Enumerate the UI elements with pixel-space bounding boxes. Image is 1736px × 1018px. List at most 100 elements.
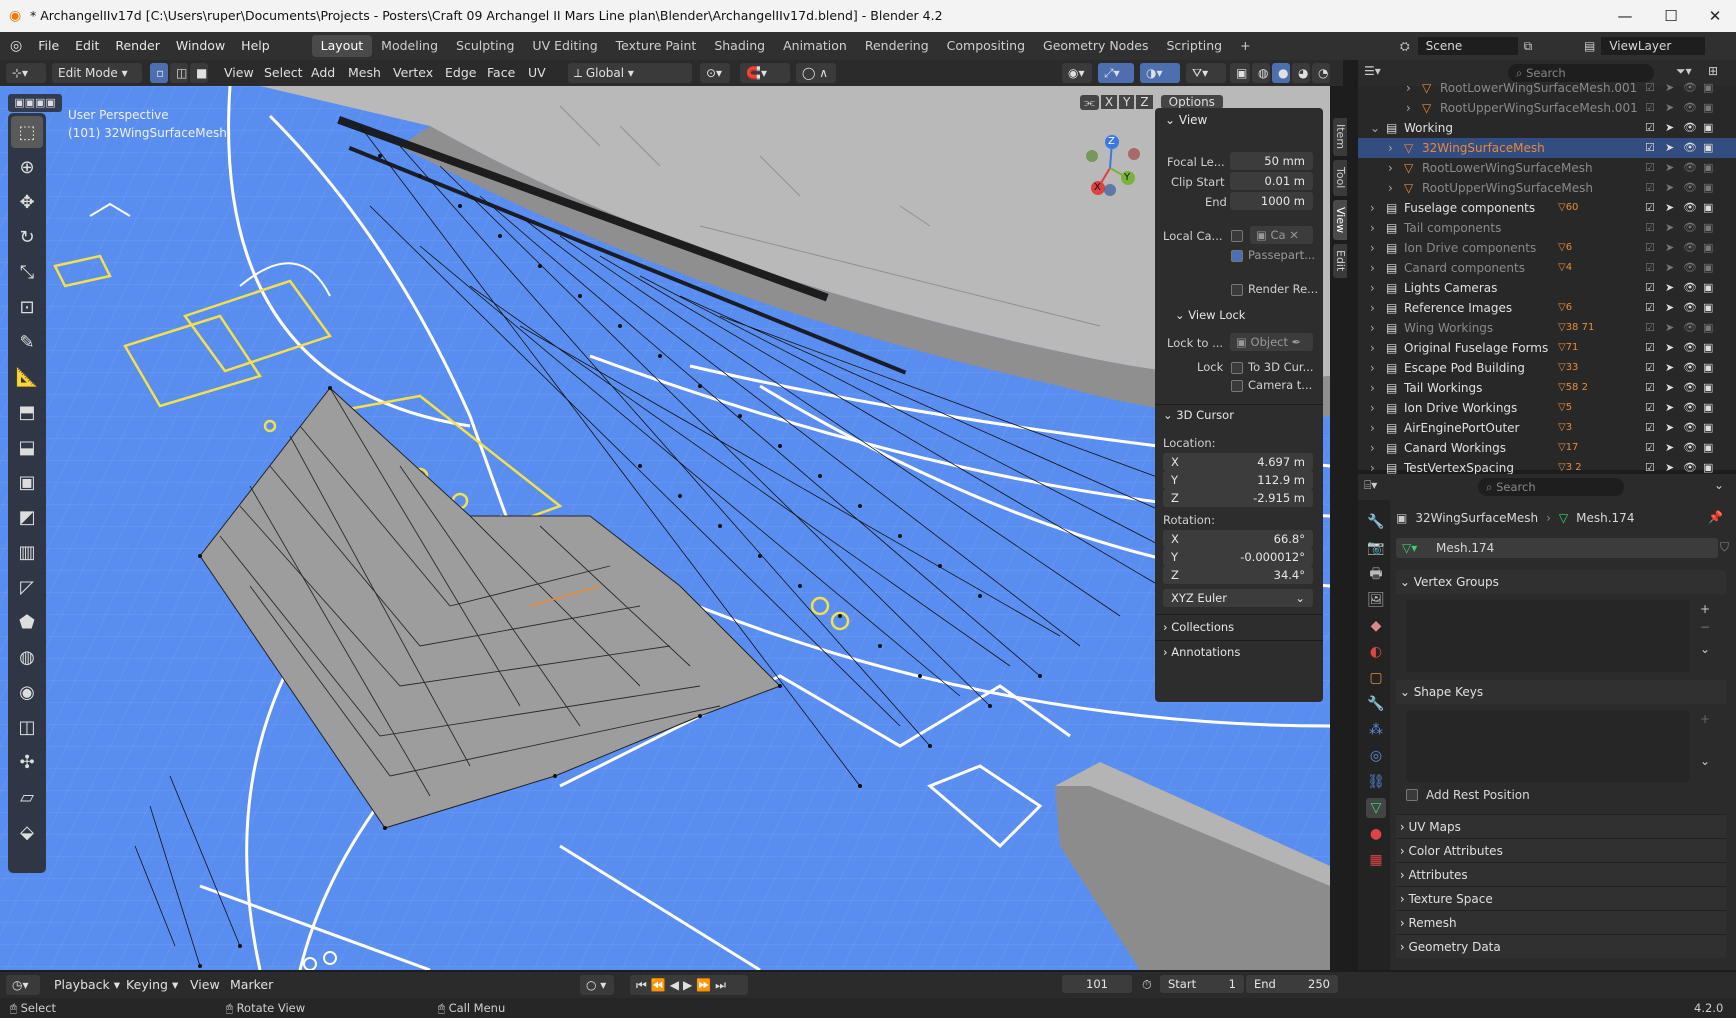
exclude-checkbox-icon[interactable]: ☑ bbox=[1645, 118, 1655, 138]
properties-options-icon[interactable]: ⌄ bbox=[1714, 478, 1724, 492]
menu-select[interactable]: Select bbox=[264, 60, 303, 86]
solid-shading-icon[interactable]: ● bbox=[1272, 63, 1290, 83]
outliner-row[interactable]: › ▤ Wing Workings ▽38 71 ☑ ➤ 👁 ▣ bbox=[1358, 318, 1736, 338]
expand-arrow-icon[interactable]: › bbox=[1388, 178, 1393, 198]
3d-viewport[interactable]: User Perspective (101) 32WingSurfaceMesh… bbox=[0, 86, 1330, 970]
menu-face[interactable]: Face bbox=[487, 60, 515, 86]
render-camera-icon[interactable]: ▣ bbox=[1703, 158, 1713, 178]
shear-tool-icon[interactable]: ▱ bbox=[11, 781, 43, 813]
constraints-tab-icon[interactable]: ⛓ bbox=[1366, 772, 1386, 792]
add-vertex-group-button[interactable]: + bbox=[1700, 602, 1710, 616]
cursor-tool-icon[interactable]: ⊕ bbox=[11, 151, 43, 183]
exclude-checkbox-icon[interactable]: ☑ bbox=[1645, 78, 1655, 98]
spin-tool-icon[interactable]: ◍ bbox=[11, 641, 43, 673]
poly-build-tool-icon[interactable]: ⬟ bbox=[11, 606, 43, 638]
render-camera-icon[interactable]: ▣ bbox=[1703, 238, 1713, 258]
outliner-row[interactable]: › ▤ Lights Cameras ☑ ➤ 👁 ▣ bbox=[1358, 278, 1736, 298]
menu-edit[interactable]: Edit bbox=[67, 32, 107, 60]
loop-cut-tool-icon[interactable]: ▥ bbox=[11, 536, 43, 568]
exclude-checkbox-icon[interactable]: ☑ bbox=[1645, 338, 1655, 358]
render-region-checkbox[interactable] bbox=[1231, 284, 1243, 296]
new-collection-icon[interactable]: ⊞ bbox=[1708, 64, 1718, 78]
material-tab-icon[interactable]: ● bbox=[1366, 824, 1386, 844]
proportional-edit-icon[interactable]: ◯ ∧ bbox=[796, 63, 836, 83]
focal-length-field[interactable]: 50 mm bbox=[1230, 152, 1313, 170]
pin-icon[interactable]: 📌 bbox=[1708, 510, 1723, 524]
visibility-eye-icon[interactable]: 👁 bbox=[1683, 318, 1697, 338]
expand-arrow-icon[interactable]: › bbox=[1370, 218, 1375, 238]
exclude-checkbox-icon[interactable]: ☑ bbox=[1645, 198, 1655, 218]
outliner-row[interactable]: › ▤ AirEnginePortOuter ▽3 ☑ ➤ 👁 ▣ bbox=[1358, 418, 1736, 438]
menu-edge[interactable]: Edge bbox=[445, 60, 476, 86]
properties-editor-icon[interactable]: ⌸▾ bbox=[1364, 478, 1377, 493]
visibility-eye-icon[interactable]: 👁 bbox=[1683, 398, 1697, 418]
expand-arrow-icon[interactable]: › bbox=[1370, 318, 1375, 338]
expand-arrow-icon[interactable]: › bbox=[1406, 98, 1411, 118]
expand-arrow-icon[interactable]: › bbox=[1370, 418, 1375, 438]
select-tool-icon[interactable]: ⬚ bbox=[11, 116, 43, 148]
bevel-tool-icon[interactable]: ◩ bbox=[11, 501, 43, 533]
visibility-eye-icon[interactable]: 👁 bbox=[1683, 338, 1697, 358]
start-frame-field[interactable]: Start 1 bbox=[1160, 975, 1244, 993]
maximize-button[interactable]: ☐ bbox=[1648, 0, 1694, 32]
render-camera-icon[interactable]: ▣ bbox=[1703, 338, 1713, 358]
tab-tool[interactable]: Tool bbox=[1333, 160, 1347, 196]
outliner-row[interactable]: › ▽ RootUpperWingSurfaceMesh.001 ☑ ➤ 👁 ▣ bbox=[1358, 98, 1736, 118]
render-camera-icon[interactable]: ▣ bbox=[1703, 218, 1713, 238]
timeline-editor-icon[interactable]: ◷▾ bbox=[6, 975, 40, 995]
outliner-row[interactable]: › ▤ Ion Drive components ▽6 ☑ ➤ 👁 ▣ bbox=[1358, 238, 1736, 258]
xray-icon[interactable]: ▣ bbox=[1230, 63, 1250, 83]
select-arrow-icon[interactable]: ➤ bbox=[1665, 118, 1674, 138]
outliner-row[interactable]: › ▤ Canard components ▽4 ☑ ➤ 👁 ▣ bbox=[1358, 258, 1736, 278]
select-arrow-icon[interactable]: ➤ bbox=[1665, 138, 1674, 158]
tab-modeling[interactable]: Modeling bbox=[372, 35, 447, 57]
cursor-loc-y-field[interactable]: Y 112.9 m bbox=[1163, 471, 1313, 489]
tool-tab-icon[interactable]: 🔧 bbox=[1366, 512, 1386, 532]
visibility-eye-icon[interactable]: 👁 bbox=[1683, 358, 1697, 378]
blender-menu-icon[interactable]: ◎ bbox=[10, 38, 22, 54]
select-arrow-icon[interactable]: ➤ bbox=[1665, 418, 1674, 438]
visibility-eye-icon[interactable]: 👁 bbox=[1683, 218, 1697, 238]
tab-uv-editing[interactable]: UV Editing bbox=[523, 35, 606, 57]
snap-icon[interactable]: 🧲▾ bbox=[740, 63, 790, 83]
clip-start-field[interactable]: 0.01 m bbox=[1230, 172, 1313, 190]
view-layer-tab-icon[interactable]: 🖼 bbox=[1366, 590, 1386, 610]
visibility-eye-icon[interactable]: 👁 bbox=[1683, 378, 1697, 398]
select-mode-vertex-icon[interactable]: ▫ bbox=[150, 63, 168, 83]
menu-uv[interactable]: UV bbox=[528, 60, 546, 86]
select-arrow-icon[interactable]: ➤ bbox=[1665, 298, 1674, 318]
property-section-header[interactable]: › Texture Space bbox=[1396, 886, 1726, 910]
tab-scripting[interactable]: Scripting bbox=[1157, 35, 1231, 57]
fake-user-icon[interactable]: ⛉ bbox=[1720, 540, 1729, 555]
mirror-z-toggle[interactable]: Z bbox=[1136, 95, 1153, 109]
outliner-row[interactable]: › ▤ Reference Images ▽6 ☑ ➤ 👁 ▣ bbox=[1358, 298, 1736, 318]
outliner-row[interactable]: › ▤ Ion Drive Workings ▽5 ☑ ➤ 👁 ▣ bbox=[1358, 398, 1736, 418]
select-arrow-icon[interactable]: ➤ bbox=[1665, 198, 1674, 218]
exclude-checkbox-icon[interactable]: ☑ bbox=[1645, 298, 1655, 318]
menu-timeline-view[interactable]: View bbox=[190, 972, 220, 998]
render-camera-icon[interactable]: ▣ bbox=[1703, 378, 1713, 398]
output-tab-icon[interactable]: 🖶 bbox=[1366, 564, 1386, 584]
visibility-eye-icon[interactable]: 👁 bbox=[1683, 138, 1697, 158]
end-frame-field[interactable]: End 250 bbox=[1246, 975, 1338, 993]
select-arrow-icon[interactable]: ➤ bbox=[1665, 358, 1674, 378]
outliner-row[interactable]: › ▽ RootUpperWingSurfaceMesh ☑ ➤ 👁 ▣ bbox=[1358, 178, 1736, 198]
vertex-groups-header[interactable]: ⌄ Vertex Groups bbox=[1396, 570, 1726, 594]
view-panel-header[interactable]: ⌄ View bbox=[1155, 108, 1323, 132]
select-arrow-icon[interactable]: ➤ bbox=[1665, 378, 1674, 398]
exclude-checkbox-icon[interactable]: ☑ bbox=[1645, 138, 1655, 158]
select-arrow-icon[interactable]: ➤ bbox=[1665, 338, 1674, 358]
render-tab-icon[interactable]: 📷 bbox=[1366, 538, 1386, 558]
visibility-eye-icon[interactable]: 👁 bbox=[1683, 118, 1697, 138]
mirror-x-toggle[interactable]: X bbox=[1100, 95, 1118, 109]
menu-playback[interactable]: Playback ▾ bbox=[54, 972, 120, 998]
select-mode-face-icon[interactable]: ■ bbox=[190, 63, 208, 83]
outliner-row[interactable]: › ▤ Fuselage components ▽60 ☑ ➤ 👁 ▣ bbox=[1358, 198, 1736, 218]
visibility-eye-icon[interactable]: 👁 bbox=[1683, 158, 1697, 178]
render-camera-icon[interactable]: ▣ bbox=[1703, 138, 1713, 158]
tab-sculpting[interactable]: Sculpting bbox=[447, 35, 523, 57]
visibility-eye-icon[interactable]: 👁 bbox=[1683, 438, 1697, 458]
tab-geometry-nodes[interactable]: Geometry Nodes bbox=[1034, 35, 1157, 57]
exclude-checkbox-icon[interactable]: ☑ bbox=[1645, 98, 1655, 118]
particles-tab-icon[interactable]: ⁂ bbox=[1366, 720, 1386, 740]
